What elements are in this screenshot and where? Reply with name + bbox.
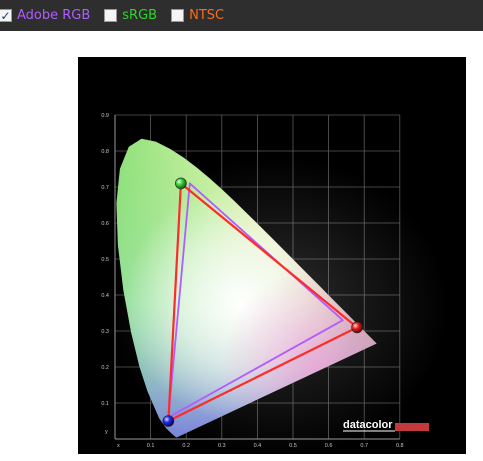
datacolor-logo-text: datacolor [343,419,393,431]
red-primary-marker [351,321,363,334]
y-tick-label: 0.8 [101,149,109,155]
x-tick-label: 0.8 [396,443,404,449]
checkmark-icon: ✓ [0,8,11,23]
adobe-rgb-label: Adobe RGB [17,8,91,23]
y-tick-label: 0.5 [101,257,109,263]
chromaticity-plot: 0.1 0.2 0.3 0.4 0.5 0.6 0.7 0.8 0.1 0.2 0.3 0.4 0.5 0… [101,113,448,454]
green-primary-marker [175,177,187,190]
logo-bar [395,423,429,431]
gamut-toolbar: ✓ Adobe RGB sRGB NTSC [0,0,483,31]
option-adobe-rgb[interactable]: ✓ Adobe RGB [0,0,90,31]
x-tick-label: 0.3 [218,443,226,449]
option-srgb[interactable]: sRGB [104,0,157,31]
y-tick-label: 0.9 [101,113,109,119]
x-axis-label: x [117,443,120,449]
y-tick-label: 0.2 [101,365,109,371]
ntsc-label: NTSC [189,8,225,23]
srgb-label: sRGB [122,8,158,23]
x-tick-label: 0.6 [325,443,333,449]
x-tick-label: 0.7 [360,443,368,449]
y-tick-label: 0.3 [101,329,109,335]
x-tick-label: 0.5 [289,443,297,449]
y-tick-label: 0.1 [101,401,109,407]
y-axis-label: y [105,429,108,435]
adobe-rgb-checkbox[interactable]: ✓ [0,9,12,22]
x-tick-label: 0.4 [254,443,262,449]
blue-primary-marker [162,415,175,427]
y-tick-label: 0.7 [101,185,109,191]
srgb-checkbox[interactable] [104,9,118,22]
ntsc-checkbox[interactable] [171,9,185,22]
x-tick-label: 0.1 [147,443,155,449]
option-ntsc[interactable]: NTSC [171,0,224,31]
x-tick-label: 0.2 [182,443,190,449]
y-tick-label: 0.6 [101,221,109,227]
cie-chromaticity-chart: 0.1 0.2 0.3 0.4 0.5 0.6 0.7 0.8 0.1 0.2 0.3 0.4 0.5 0… [78,57,466,454]
datacolor-logo: datacolor [343,419,429,432]
y-tick-label: 0.4 [101,293,109,299]
